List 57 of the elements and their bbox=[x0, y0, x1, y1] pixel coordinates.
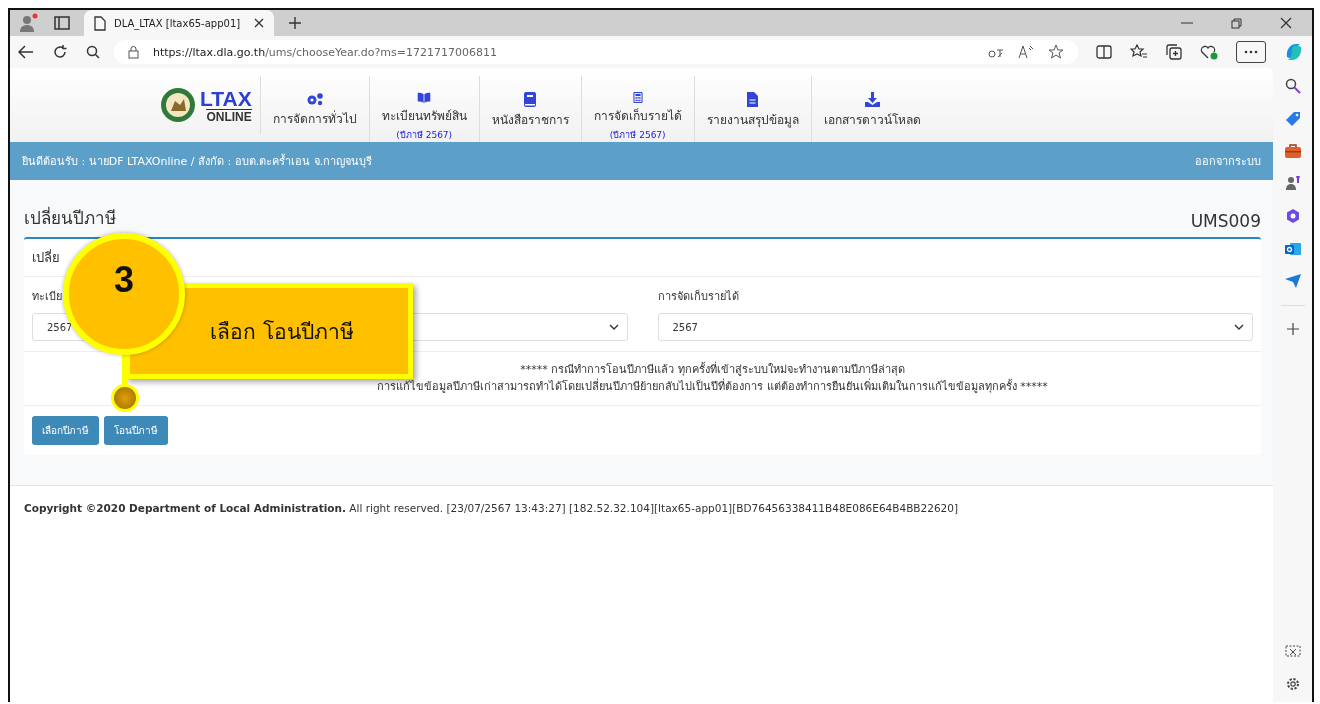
address-field[interactable]: https://ltax.dla.go.th/ums/chooseYear.do?ms=1721717006811 bbox=[114, 40, 1078, 64]
browser-tab[interactable]: DLA_LTAX [ltax65-app01] bbox=[84, 10, 274, 36]
chevron-down-icon bbox=[608, 324, 619, 330]
lock-icon bbox=[128, 45, 139, 59]
tab-actions-icon[interactable] bbox=[54, 16, 70, 30]
field-label: การจัดเก็บรายได้ bbox=[657, 288, 740, 305]
year-select[interactable]: 2567 bbox=[657, 313, 1253, 341]
read-aloud-icon[interactable] bbox=[1018, 45, 1034, 59]
translate-icon[interactable] bbox=[988, 46, 1004, 58]
restore-icon[interactable] bbox=[1231, 17, 1242, 29]
heart-icon[interactable] bbox=[1200, 44, 1218, 60]
collections-icon[interactable] bbox=[1166, 44, 1182, 60]
field-label: ทะเบีย bbox=[32, 289, 63, 305]
profile-icon[interactable] bbox=[18, 13, 40, 33]
calculator-icon bbox=[631, 92, 644, 103]
split-screen-icon[interactable] bbox=[1096, 45, 1112, 59]
new-tab-icon[interactable] bbox=[288, 16, 302, 30]
more-button[interactable] bbox=[1236, 41, 1266, 63]
tag-icon[interactable] bbox=[1284, 111, 1301, 127]
close-icon[interactable] bbox=[1280, 17, 1292, 29]
document-icon bbox=[747, 92, 759, 107]
settings-icon[interactable] bbox=[1284, 676, 1301, 692]
url-text: https://ltax.dla.go.th/ums/chooseYear.do?ms=1721717006811 bbox=[153, 45, 497, 59]
tab-title: DLA_LTAX [ltax65-app01] bbox=[114, 17, 242, 29]
favorites-icon[interactable] bbox=[1130, 44, 1148, 60]
star-icon[interactable] bbox=[1048, 44, 1064, 60]
welcome-text: ยินดีต้อนรับ : นายDF LTAXOnline / สังกัด : อบต.ตะคร้ำเอน จ.กาญจนบุรี bbox=[22, 153, 373, 170]
logo-title: LTAX bbox=[200, 87, 252, 109]
briefcase-icon[interactable] bbox=[1284, 144, 1301, 158]
gears-icon bbox=[305, 92, 324, 106]
chevron-down-icon bbox=[1234, 324, 1244, 330]
page-icon bbox=[94, 15, 106, 31]
hexagon-icon[interactable] bbox=[1284, 208, 1301, 224]
book-icon bbox=[524, 92, 537, 107]
copilot-icon[interactable] bbox=[1284, 42, 1304, 62]
search-icon[interactable] bbox=[86, 45, 100, 59]
year-button[interactable]: โอนปีภาษี bbox=[104, 416, 168, 445]
refresh-icon[interactable] bbox=[52, 44, 68, 60]
logo-subtitle: ONLINE bbox=[206, 108, 252, 123]
mail-icon[interactable] bbox=[1284, 241, 1301, 257]
add-icon[interactable] bbox=[1286, 323, 1299, 335]
year-button[interactable]: เลือกปีภาษี bbox=[32, 416, 99, 445]
screenshot-icon[interactable] bbox=[1284, 645, 1301, 659]
notice-text: ***** กรณีทำการโอนปีภาษีแล้ว ทุกครั้งที่เข้าสู่ระบบใหม่จะทำงานตามปีภาษีล่าสุด bbox=[520, 362, 905, 378]
close-icon[interactable] bbox=[254, 18, 264, 28]
card-title: เปลี่ย bbox=[32, 250, 60, 265]
nav-menu-item[interactable]: เอกสารดาวน์โหลด bbox=[811, 76, 933, 142]
search-icon[interactable] bbox=[1284, 78, 1301, 94]
back-icon[interactable] bbox=[18, 45, 34, 59]
copyright-text: Copyright ©2020 Department of Local Administration. All right reserved. [23/07/2567 13:43:27] [182.52.32.104][ltax65-app01][BD76456338411B48E086E64B4BB22620] bbox=[24, 502, 959, 514]
notice-text: การแก้ไขข้อมูลปีภาษีเก่าสามารถทำได้โดยเปลี่ยนปีภาษีย้ายกลับไปเป็นปีที่ต้องการ แต่ต้องทำการยืนยันเพิ่มเติมในการแก้ไขข้อมูลทุกครั้ง ***** bbox=[377, 378, 1048, 395]
page-code: UMS009 bbox=[1190, 211, 1261, 231]
emblem-icon bbox=[160, 87, 196, 123]
page-title: เปลี่ยนปีภาษี bbox=[24, 205, 116, 230]
more-icon bbox=[1244, 50, 1258, 54]
send-icon[interactable] bbox=[1284, 274, 1301, 288]
download-icon bbox=[864, 92, 880, 107]
